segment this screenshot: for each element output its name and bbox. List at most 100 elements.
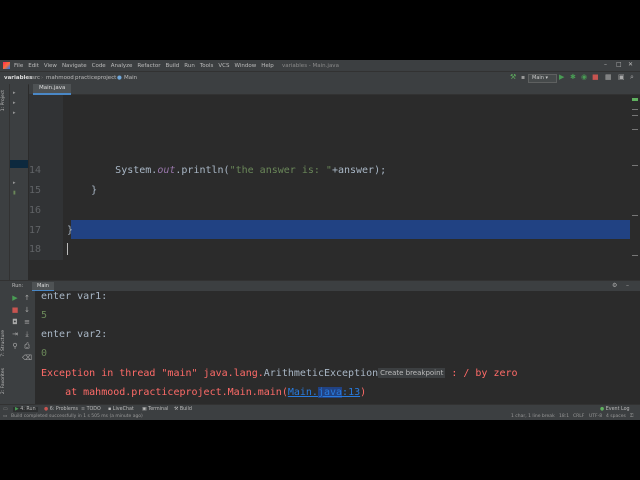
stop-icon[interactable]: ■ [592, 73, 599, 81]
console-output[interactable]: enter var1: 5 enter var2: 0 Exception in… [35, 291, 640, 404]
file-encoding[interactable]: UTF-8 [589, 414, 602, 420]
coverage-icon[interactable]: ◉ [581, 73, 587, 81]
menu-analyze[interactable]: Analyze [111, 63, 133, 69]
run-tab-main[interactable]: Main [32, 282, 54, 291]
debug-icon[interactable]: ✱ [570, 73, 576, 81]
exception-line: Exception in thread "main" java.lang.Ari… [41, 368, 518, 379]
arrow-up-icon[interactable]: ↑ [22, 294, 32, 302]
menu-view[interactable]: View [44, 63, 57, 69]
todo-icon: ≡ [81, 407, 86, 412]
breadcrumb-src[interactable]: src [32, 75, 40, 81]
run-config-select[interactable]: Main ▾ [528, 74, 557, 83]
minimize-icon[interactable]: – [604, 61, 607, 68]
run-panel-header: Run: Main ⚙ – [0, 280, 640, 291]
create-breakpoint-tooltip[interactable]: Create breakpoint [378, 368, 446, 378]
line-separator[interactable]: CRLF [573, 414, 584, 420]
hammer-icon: ⚒ [174, 407, 179, 412]
class-icon: ● [117, 75, 122, 81]
menu-code[interactable]: Code [92, 63, 106, 69]
tree-expand-icon[interactable]: ▸ [13, 100, 16, 106]
event-log-icon: ● [600, 407, 605, 412]
line-number-gutter[interactable]: 14 15 16 17 18 [29, 95, 63, 260]
stop-icon[interactable]: ■ [10, 306, 20, 314]
editor-tab-label: Main.java [39, 85, 66, 91]
layout-icon[interactable]: ▣ [618, 73, 625, 81]
menu-edit[interactable]: Edit [28, 63, 39, 69]
exception-class-link[interactable]: ArithmeticException [264, 368, 378, 379]
breadcrumb-class-main[interactable]: Main [124, 75, 137, 81]
console-line: enter var2: [41, 329, 108, 340]
pin-icon[interactable]: ⚲ [10, 342, 20, 350]
tool-window-todo[interactable]: ≡ TODO [81, 407, 101, 412]
run-icon[interactable]: ▶ [559, 73, 564, 81]
line-number: 14 [28, 165, 41, 176]
scroll-to-end-icon[interactable]: ⤓ [22, 330, 32, 339]
arrow-down-icon[interactable]: ↓ [22, 306, 32, 314]
run-icon: ▶ [15, 407, 19, 412]
chevron-right-icon: › [26, 75, 29, 81]
chevron-right-icon: › [111, 75, 114, 81]
chat-icon: ▪ [108, 407, 112, 412]
console-line: enter var1: [41, 291, 108, 302]
tool-window-build[interactable]: ⚒ Build [174, 407, 192, 412]
chevron-right-icon: › [41, 75, 44, 81]
menu-window[interactable]: Window [235, 63, 257, 69]
close-icon[interactable]: ✕ [628, 61, 633, 68]
scroll-marker [632, 109, 638, 110]
hammer-build-icon[interactable]: ⚒ [510, 73, 516, 81]
project-tool-window-button[interactable]: 1: Project [1, 90, 6, 111]
code-line-15: } [67, 185, 98, 196]
gear-icon[interactable]: ⚙ [612, 282, 617, 289]
menu-run[interactable]: Run [184, 63, 195, 69]
caret-position[interactable]: 18:1 [559, 414, 569, 420]
tool-window-run[interactable]: ▶ 4: Run [13, 407, 38, 412]
menu-tools[interactable]: Tools [200, 63, 214, 69]
editor-tab-main-java[interactable]: Main.java [33, 84, 72, 95]
tree-expand-icon[interactable]: ▸ [13, 90, 16, 96]
line-number: 16 [28, 205, 41, 216]
chevron-right-icon: › [70, 75, 73, 81]
tree-expand-icon[interactable]: ▸ [13, 110, 16, 116]
line-number: 15 [28, 185, 41, 196]
favorites-tool-window-button[interactable]: 2: Favorites [1, 368, 6, 394]
indent-setting[interactable]: 4 spaces [606, 414, 626, 420]
rerun-icon[interactable]: ▶ [10, 294, 20, 302]
code-line-14: System.out.println("the answer is: "+ans… [115, 165, 387, 176]
event-log-button[interactable]: ● Event Log [600, 407, 630, 412]
search-icon[interactable]: ⌕ [630, 73, 634, 82]
menu-navigate[interactable]: Navigate [62, 63, 87, 69]
structure-tool-window-button[interactable]: 7: Structure [1, 330, 6, 357]
maximize-icon[interactable]: □ [616, 61, 622, 68]
print-icon[interactable]: ⎙ [22, 342, 32, 351]
problems-icon: ● [44, 407, 49, 412]
inspection-ok-icon [632, 98, 638, 101]
menu-vcs[interactable]: VCS [218, 63, 229, 69]
source-link[interactable]: Main.java:13 [288, 387, 360, 398]
exit-icon[interactable]: ⇥ [10, 330, 20, 338]
code-line-17: } [67, 225, 74, 236]
menu-help[interactable]: Help [261, 63, 274, 69]
menu-refactor[interactable]: Refactor [137, 63, 160, 69]
tree-selected-item[interactable] [10, 160, 28, 168]
tool-window-terminal[interactable]: ▣ Terminal [142, 407, 168, 412]
camera-icon[interactable]: ◘ [10, 318, 20, 326]
lock-icon[interactable]: ⚿ [630, 414, 633, 420]
status-message[interactable]: Build completed successfully in 1 s 505 … [11, 414, 143, 420]
tool-window-problems[interactable]: ● 6: Problems [44, 407, 78, 412]
tree-expand-icon[interactable]: ▸ [13, 180, 16, 186]
project-panel: ▸ ▸ ▸ ▸ ▮ [10, 84, 28, 280]
text-caret [67, 243, 68, 255]
project-structure-icon[interactable]: ▦ [605, 73, 612, 81]
stack-trace-line: at mahmood.practiceproject.Main.main(Mai… [41, 387, 367, 398]
trash-icon[interactable]: ⌫ [22, 354, 32, 362]
terminal-icon: ▣ [142, 407, 147, 412]
menu-build[interactable]: Build [165, 63, 179, 69]
run-config-icon: ▪ [521, 74, 526, 81]
code-editor[interactable]: System.out.println("the answer is: "+ans… [63, 95, 630, 260]
tool-window-livechat[interactable]: ▪ LiveChat [108, 407, 134, 412]
menu-file[interactable]: File [14, 63, 23, 69]
editor-scrollbar[interactable] [630, 95, 640, 260]
minimize-panel-icon[interactable]: – [626, 282, 629, 289]
panel-toggle-icon[interactable]: ▭ [3, 407, 8, 412]
soft-wrap-icon[interactable]: ≡ [22, 318, 32, 326]
